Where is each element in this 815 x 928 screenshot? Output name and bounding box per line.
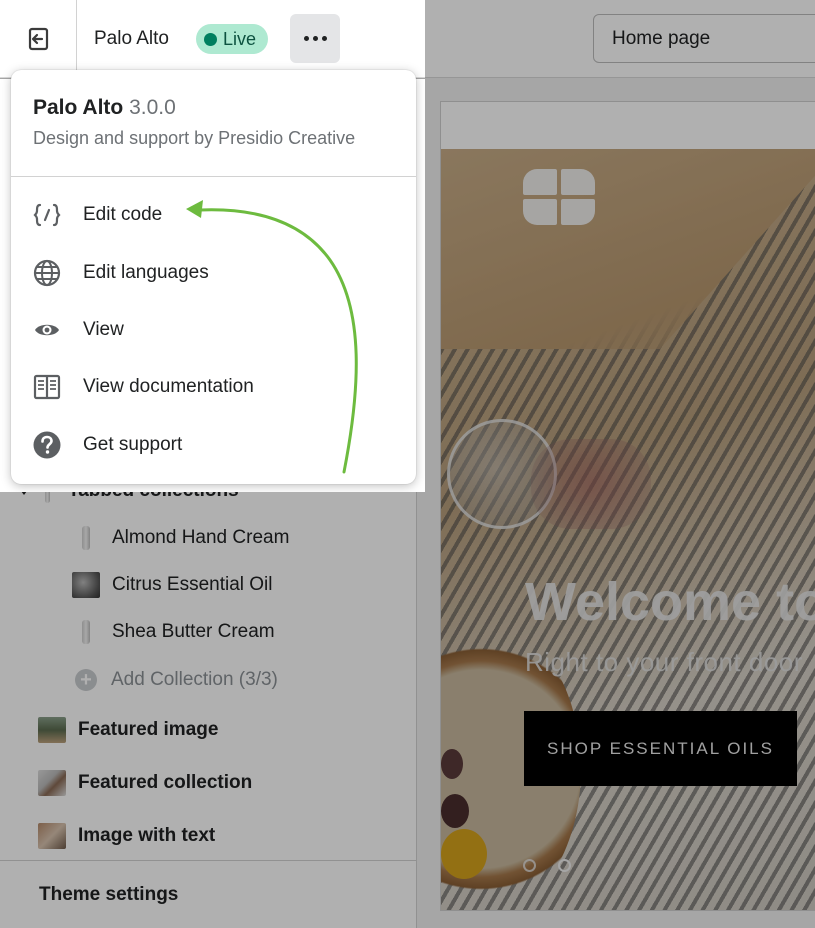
question-icon [31, 429, 63, 461]
live-status-badge: Live [196, 24, 269, 54]
exit-button[interactable] [0, 0, 77, 78]
book-icon [31, 371, 63, 403]
menu-item-label: View documentation [83, 376, 254, 397]
theme-actions-menu: Palo Alto 3.0.0 Design and support by Pr… [11, 70, 416, 484]
live-dot-icon [204, 32, 217, 46]
menu-subtitle: Design and support by Presidio Creative [33, 128, 356, 148]
topbar-highlight: Palo Alto Live Palo Alto 3.0.0 Design an… [0, 0, 425, 492]
code-icon [31, 199, 63, 231]
menu-item-edit-code[interactable]: Edit code [11, 188, 416, 242]
globe-icon [31, 257, 63, 289]
theme-name: Palo Alto [94, 28, 169, 49]
menu-title: Palo Alto 3.0.0 [33, 96, 416, 120]
menu-item-view[interactable]: View [11, 303, 416, 357]
eye-icon [31, 314, 63, 346]
live-badge-label: Live [223, 28, 257, 49]
menu-theme-version: 3.0.0 [129, 96, 176, 119]
menu-item-label: View [83, 319, 124, 340]
more-dot-icon [303, 36, 309, 41]
menu-item-label: Get support [83, 434, 183, 455]
more-dot-icon [312, 36, 318, 41]
top-bar-clear: Palo Alto Live [0, 0, 425, 78]
menu-theme-name: Palo Alto [33, 96, 124, 119]
menu-item-view-documentation[interactable]: View documentation [11, 360, 416, 414]
more-dot-icon [321, 36, 327, 41]
more-actions-button[interactable] [290, 14, 340, 63]
exit-icon [28, 27, 49, 51]
menu-item-edit-languages[interactable]: Edit languages [11, 246, 416, 300]
menu-header: Palo Alto 3.0.0 Design and support by Pr… [11, 70, 416, 177]
menu-item-label: Edit code [83, 204, 163, 225]
menu-item-label: Edit languages [83, 262, 209, 283]
menu-item-get-support[interactable]: Get support [11, 418, 416, 472]
